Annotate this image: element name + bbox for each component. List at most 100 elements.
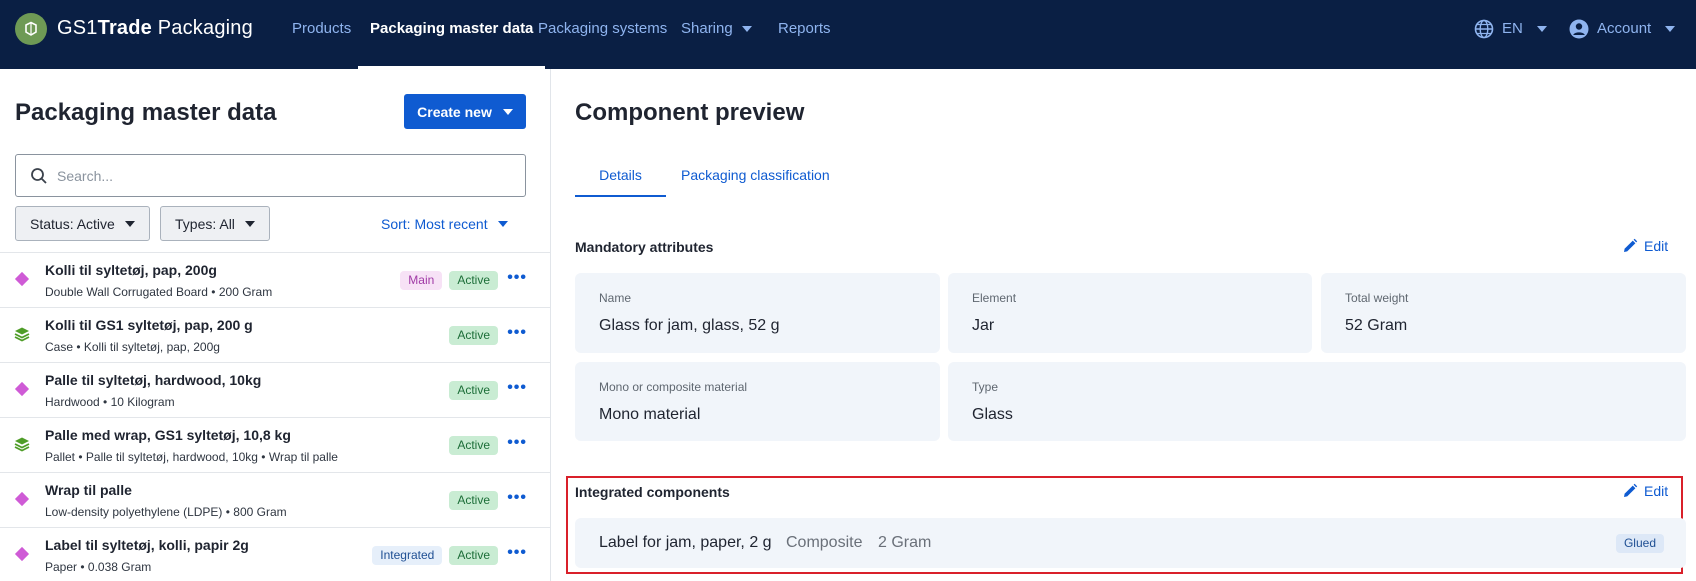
nav-reports-label: Reports [778, 20, 831, 37]
search-field[interactable] [15, 154, 526, 197]
attribute-label: Total weight [1345, 291, 1409, 305]
item-title: Wrap til palle [45, 482, 132, 498]
brand-suffix: Packaging [151, 17, 253, 39]
chevron-down-icon [1536, 26, 1547, 32]
nav-packaging-master-data-label: Packaging master data [370, 20, 534, 37]
item-subtitle: Double Wall Corrugated Board • 200 Gram [45, 285, 273, 299]
attribute-label: Element [972, 291, 1017, 305]
item-subtitle: Low-density polyethylene (LDPE) • 800 Gr… [45, 505, 287, 519]
attribute-label: Name [599, 291, 632, 305]
more-options-icon[interactable]: ••• [507, 544, 527, 562]
mandatory-attributes-label: Mandatory attributes [575, 239, 714, 255]
diamond-icon [14, 546, 30, 562]
nav-packaging-systems[interactable]: Packaging systems [538, 0, 667, 69]
item-title: Palle med wrap, GS1 syltetøj, 10,8 kg [45, 427, 291, 443]
list-item[interactable]: Wrap til palle Low-density polyethylene … [0, 472, 550, 527]
list-item[interactable]: Label til syltetøj, kolli, papir 2g Pape… [0, 527, 550, 581]
more-options-icon[interactable]: ••• [507, 324, 527, 342]
nav-packaging-systems-label: Packaging systems [538, 20, 668, 37]
list-item[interactable]: Kolli til syltetøj, pap, 200g Double Wal… [0, 252, 550, 307]
status-badge: Active [449, 491, 498, 510]
edit-label: Edit [1644, 238, 1669, 254]
integrated-badge: Integrated [372, 546, 443, 565]
create-new-button[interactable]: Create new [404, 94, 526, 129]
nav-reports[interactable]: Reports [778, 0, 831, 69]
account-label: Account [1597, 20, 1652, 37]
tab-packaging-classification-label: Packaging classification [681, 167, 830, 183]
more-options-icon[interactable]: ••• [507, 379, 527, 397]
edit-label: Edit [1644, 483, 1669, 499]
component-name: Label for jam, paper, 2 g [599, 534, 772, 551]
component-preview-title: Component preview [575, 99, 805, 126]
component-type: Composite [786, 534, 863, 551]
glued-badge: Glued [1615, 534, 1664, 553]
attribute-label: Mono or composite material [599, 380, 748, 394]
item-title: Label til syltetøj, kolli, papir 2g [45, 537, 249, 553]
more-options-icon[interactable]: ••• [507, 489, 527, 507]
status-filter-label: Status: Active [30, 215, 115, 232]
integrated-components-label: Integrated components [575, 484, 730, 500]
tab-details[interactable]: Details [575, 157, 666, 197]
list-item[interactable]: Palle med wrap, GS1 syltetøj, 10,8 kg Pa… [0, 417, 550, 472]
types-filter-button[interactable]: Types: All [160, 206, 270, 241]
status-badge: Active [449, 436, 498, 455]
list-item[interactable]: Palle til syltetøj, hardwood, 10kg Hardw… [0, 362, 550, 417]
chevron-down-icon [1665, 26, 1676, 32]
edit-mandatory-button[interactable]: Edit [1622, 238, 1668, 254]
language-selector[interactable]: EN [1474, 0, 1547, 58]
attribute-card-type: Type Glass [948, 362, 1686, 441]
status-badge: Active [449, 271, 498, 290]
sort-button[interactable]: Sort: Most recent [381, 206, 508, 241]
nav-sharing-label: Sharing [681, 20, 733, 37]
user-avatar-icon [1569, 19, 1589, 39]
layers-icon [14, 326, 30, 342]
search-input[interactable] [57, 167, 497, 184]
attribute-card-name: Name Glass for jam, glass, 52 g [575, 273, 940, 353]
attribute-value: 52 Gram [1345, 317, 1408, 334]
tab-packaging-classification[interactable]: Packaging classification [681, 157, 830, 197]
item-title: Palle til syltetøj, hardwood, 10kg [45, 372, 262, 388]
nav-products-label: Products [292, 20, 352, 37]
list-item[interactable]: Kolli til GS1 syltetøj, pap, 200 g Case … [0, 307, 550, 362]
attribute-value: Glass for jam, glass, 52 g [599, 317, 780, 334]
pencil-icon [1624, 238, 1638, 252]
gs1-logo-icon[interactable] [15, 13, 47, 45]
status-badge: Active [449, 546, 498, 565]
language-label: EN [1502, 20, 1523, 37]
top-navigation-bar: GS1Trade Packaging Products Packaging ma… [0, 0, 1696, 69]
nav-packaging-master-data[interactable]: Packaging master data [358, 0, 546, 69]
component-weight: 2 Gram [878, 534, 932, 551]
chevron-down-icon [124, 220, 135, 227]
status-badge: Active [449, 381, 498, 400]
edit-integrated-button[interactable]: Edit [1622, 483, 1668, 499]
packaging-list: Kolli til syltetøj, pap, 200g Double Wal… [0, 252, 550, 581]
nav-products[interactable]: Products [292, 0, 351, 69]
more-options-icon[interactable]: ••• [507, 434, 527, 452]
diamond-icon [14, 491, 30, 507]
diamond-icon [14, 381, 30, 397]
attribute-value: Mono material [599, 406, 701, 423]
pencil-icon [1624, 483, 1638, 497]
item-subtitle: Pallet • Palle til syltetøj, hardwood, 1… [45, 450, 338, 464]
create-new-label: Create new [417, 103, 492, 120]
more-options-icon[interactable]: ••• [507, 269, 527, 287]
item-subtitle: Case • Kolli til syltetøj, pap, 200g [45, 340, 220, 354]
attribute-label: Type [972, 380, 999, 394]
chevron-down-icon [502, 108, 513, 115]
attribute-card-total-weight: Total weight 52 Gram [1321, 273, 1686, 353]
integrated-component-row[interactable]: Label for jam, paper, 2 g Composite 2 Gr… [575, 518, 1686, 568]
search-icon [31, 167, 47, 184]
status-badge: Active [449, 326, 498, 345]
item-title: Kolli til GS1 syltetøj, pap, 200 g [45, 317, 253, 333]
chevron-down-icon [741, 26, 752, 33]
status-filter-button[interactable]: Status: Active [15, 206, 150, 241]
diamond-icon [14, 271, 30, 287]
chevron-down-icon [497, 220, 508, 227]
account-menu[interactable]: Account [1569, 0, 1676, 58]
globe-icon [1474, 19, 1494, 39]
item-subtitle: Hardwood • 10 Kilogram [45, 395, 175, 409]
item-subtitle: Paper • 0.038 Gram [45, 560, 152, 574]
brand-name[interactable]: GS1Trade Packaging [57, 17, 253, 40]
nav-sharing[interactable]: Sharing [681, 0, 752, 69]
attribute-value: Glass [972, 406, 1013, 423]
